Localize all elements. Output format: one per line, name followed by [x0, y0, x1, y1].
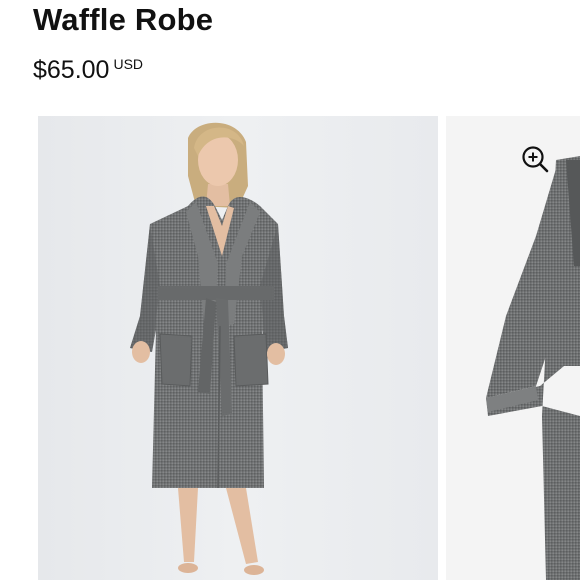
zoom-in-icon: [522, 146, 549, 173]
zoom-button[interactable]: [520, 144, 550, 174]
price: $65.00 USD: [33, 54, 143, 86]
product-gallery: [0, 116, 580, 580]
flat-robe-illustration: [446, 116, 580, 580]
product-title: Waffle Robe: [33, 2, 214, 37]
price-amount: $65.00: [33, 56, 110, 84]
price-currency: USD: [113, 56, 144, 72]
product-page: Waffle Robe $65.00 USD: [0, 0, 580, 580]
model-illustration: [38, 116, 438, 580]
robe-flat-product-photo[interactable]: [446, 116, 580, 580]
model-wearing-robe-photo[interactable]: [38, 116, 438, 580]
